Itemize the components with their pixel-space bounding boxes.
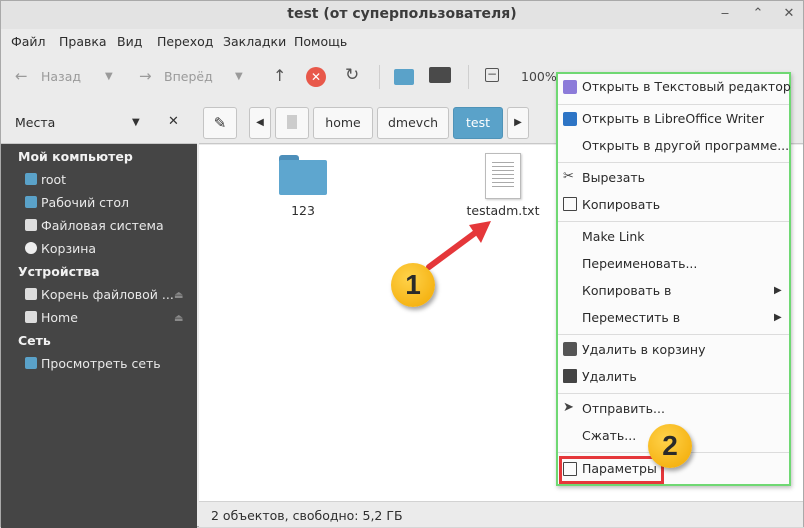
computer-icon[interactable] <box>429 67 451 83</box>
menu-edit[interactable]: Правка <box>59 34 107 49</box>
menu-make-link[interactable]: Make Link <box>582 229 645 244</box>
drive-icon <box>25 288 37 300</box>
menu-open-writer[interactable]: Открыть в LibreOffice Writer <box>582 111 764 126</box>
home-folder-icon[interactable] <box>394 69 414 85</box>
menu-go[interactable]: Переход <box>157 34 213 49</box>
sidebar-item-root-device[interactable]: Корень файловой ... <box>25 287 174 302</box>
minimize-icon[interactable]: ‒ <box>716 5 734 23</box>
menu-properties[interactable]: Параметры <box>582 461 657 476</box>
path-root-button[interactable] <box>275 107 309 139</box>
sidebar-title[interactable]: Места <box>15 115 55 130</box>
file-item-123[interactable] <box>279 155 327 195</box>
delete-icon <box>563 369 577 383</box>
file-manager-window: test (от суперпользователя) ‒ ⌃ ✕ Файл П… <box>0 0 804 528</box>
drive-icon <box>25 311 37 323</box>
trash-icon <box>563 342 577 356</box>
file-name: 123 <box>291 203 315 218</box>
sidebar-section-devices: Устройства <box>18 264 100 279</box>
sidebar-dropdown-icon[interactable]: ▼ <box>132 117 140 128</box>
sidebar-item-trash[interactable]: Корзина <box>25 241 96 256</box>
arrow-shaft <box>426 227 482 270</box>
menu-file[interactable]: Файл <box>11 34 46 49</box>
annotation-badge-2: 2 <box>648 424 692 468</box>
status-text: 2 объектов, свободно: 5,2 ГБ <box>211 508 403 523</box>
forward-button[interactable]: Вперёд <box>164 69 213 84</box>
menu-separator <box>558 393 789 394</box>
menu-bookmarks[interactable]: Закладки <box>223 34 286 49</box>
text-lines <box>492 162 514 163</box>
menu-separator <box>558 334 789 335</box>
menu-copy[interactable]: Копировать <box>582 197 660 212</box>
back-arrow-icon[interactable]: ← <box>15 67 28 85</box>
drive-icon <box>25 219 37 231</box>
scissors-icon: ✂ <box>563 169 574 184</box>
window-title: test (от суперпользователя) <box>287 6 517 22</box>
crumb-test[interactable]: test <box>453 107 503 139</box>
sidebar-item-desktop[interactable]: Рабочий стол <box>25 195 129 210</box>
sidebar-item-browse-network[interactable]: Просмотреть сеть <box>25 356 161 371</box>
path-scroll-right-icon[interactable]: ▶ <box>507 107 529 139</box>
folder-icon <box>25 173 37 185</box>
sidebar-item-filesystem[interactable]: Файловая система <box>25 218 164 233</box>
toolbar-divider <box>379 65 380 89</box>
trash-icon <box>25 242 37 254</box>
reload-icon[interactable]: ↻ <box>345 65 359 85</box>
menu-open-text-editor[interactable]: Открыть в Текстовый редактор <box>582 79 791 94</box>
up-arrow-icon[interactable]: ↑ <box>273 66 286 85</box>
toolbar-divider <box>468 65 469 89</box>
title-bar: test (от суперпользователя) ‒ ⌃ ✕ <box>1 1 803 29</box>
eject-icon[interactable]: ⏏ <box>174 290 183 301</box>
sidebar-item-root[interactable]: root <box>25 172 66 187</box>
writer-icon <box>563 112 577 126</box>
menu-separator <box>558 162 789 163</box>
forward-history-dropdown-icon[interactable]: ▼ <box>235 71 243 82</box>
crumb-home[interactable]: home <box>313 107 373 139</box>
zoom-out-icon[interactable]: − <box>485 68 499 82</box>
edit-path-icon[interactable]: ✎ <box>203 107 237 139</box>
desktop-folder-icon <box>25 196 37 208</box>
text-file-icon[interactable] <box>485 153 521 199</box>
properties-icon <box>563 462 577 476</box>
menu-move-to-trash[interactable]: Удалить в корзину <box>582 342 705 357</box>
sidebar-close-icon[interactable]: ✕ <box>168 114 179 129</box>
back-button[interactable]: Назад <box>41 69 81 84</box>
menu-separator <box>558 221 789 222</box>
menu-move-to[interactable]: Переместить в <box>582 310 680 325</box>
network-icon <box>25 357 37 369</box>
path-scroll-left-icon[interactable]: ◀ <box>249 107 271 139</box>
menu-copy-to[interactable]: Копировать в <box>582 283 671 298</box>
menu-delete[interactable]: Удалить <box>582 369 637 384</box>
menu-help[interactable]: Помощь <box>294 34 347 49</box>
maximize-icon[interactable]: ⌃ <box>749 5 767 23</box>
crumb-dmevch[interactable]: dmevch <box>377 107 449 139</box>
zoom-level: 100% <box>521 69 557 84</box>
eject-icon[interactable]: ⏏ <box>174 313 183 324</box>
text-editor-icon <box>563 80 577 94</box>
annotation-badge-1: 1 <box>391 263 435 307</box>
folder-icon <box>279 160 327 195</box>
back-history-dropdown-icon[interactable]: ▼ <box>105 71 113 82</box>
status-bar: 2 объектов, свободно: 5,2 ГБ <box>199 501 803 527</box>
annotation-arrow <box>426 221 491 270</box>
forward-arrow-icon[interactable]: → <box>139 67 152 85</box>
copy-icon <box>563 197 577 211</box>
menu-open-other[interactable]: Открыть в другой программе... <box>582 138 789 153</box>
close-icon[interactable]: ✕ <box>780 5 798 23</box>
submenu-arrow-icon: ▶ <box>774 312 782 323</box>
stop-icon[interactable]: ✕ <box>306 67 326 87</box>
drive-icon <box>287 115 297 129</box>
sidebar-section-network: Сеть <box>18 333 51 348</box>
menu-cut[interactable]: Вырезать <box>582 170 645 185</box>
sidebar-section-computer: Мой компьютер <box>18 149 133 164</box>
menu-compress[interactable]: Сжать... <box>582 428 636 443</box>
menu-separator <box>558 104 789 105</box>
menu-send[interactable]: Отправить... <box>582 401 665 416</box>
submenu-arrow-icon: ▶ <box>774 285 782 296</box>
places-sidebar: Места ▼ ✕ Мой компьютер root Рабочий сто… <box>1 102 197 528</box>
send-icon: ➤ <box>563 400 574 415</box>
sidebar-header: Места ▼ ✕ <box>1 102 197 144</box>
menu-rename[interactable]: Переименовать... <box>582 256 697 271</box>
menu-view[interactable]: Вид <box>117 34 142 49</box>
sidebar-item-home[interactable]: Home <box>25 310 78 325</box>
